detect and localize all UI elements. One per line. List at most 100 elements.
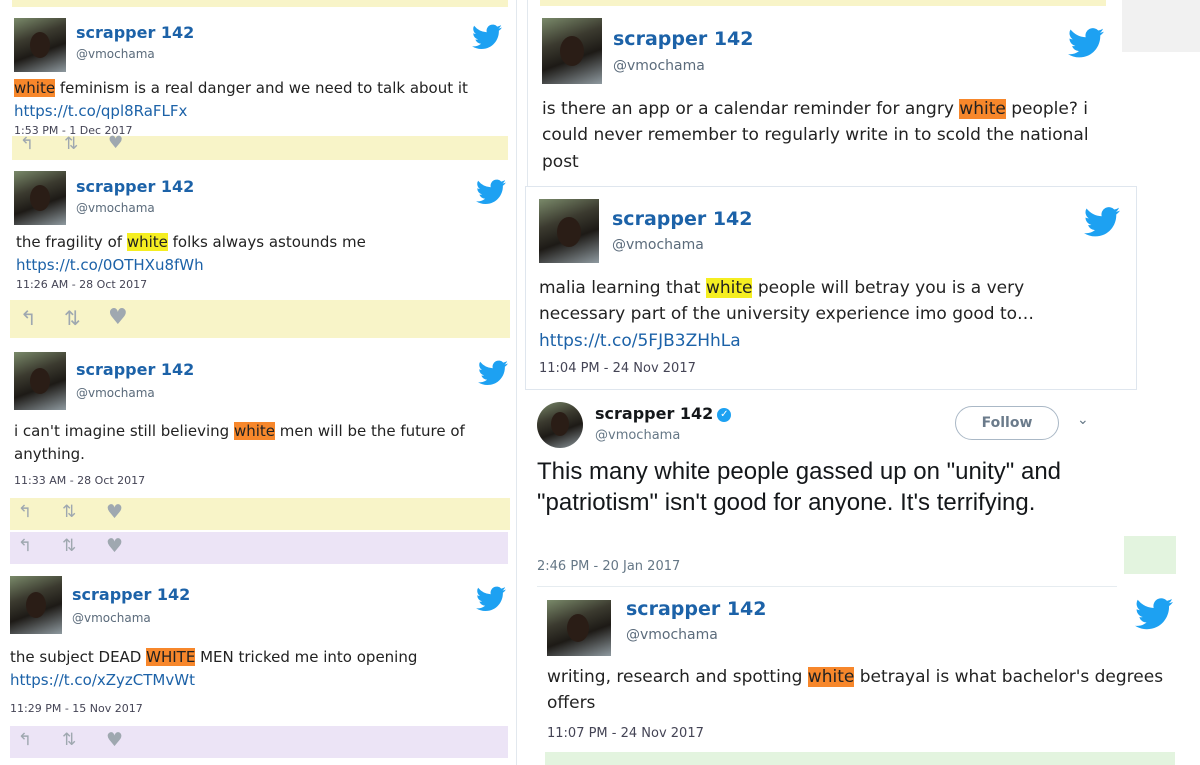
action-bar [545,752,1175,765]
avatar-face [551,412,569,436]
avatar-face [30,185,50,211]
avatar[interactable] [537,402,583,448]
tweet-card-3: scrapper 142 @vmochama i can't imagine s… [0,344,512,530]
tweet-text-start: the fragility of [16,233,127,251]
twitter-bird-icon[interactable] [1084,207,1120,237]
tweet-text-start: i can't imagine still believing [14,422,234,440]
avatar-face [30,368,50,394]
avatar[interactable] [542,18,602,84]
tweet-link[interactable]: https://t.co/qpl8RaFLFx [14,102,187,120]
lavender-actions: ↰ ⇅ ♥ [10,532,508,564]
tweet-text-rest: feminism is a real danger and we need to… [55,79,468,97]
twitter-bird-icon[interactable] [476,179,506,205]
display-name[interactable]: scrapper 142 [612,208,753,230]
avatar[interactable] [10,576,62,634]
user-handle[interactable]: @vmochama [613,58,705,74]
twitter-bird-icon[interactable] [1068,28,1104,58]
timestamp[interactable]: 11:29 PM - 15 Nov 2017 [10,702,143,715]
twitter-bird-icon[interactable] [478,360,508,386]
tweet-card-8: scrapper 142 @vmochama writing, research… [533,594,1200,765]
avatar[interactable] [14,352,66,410]
retweet-icon[interactable]: ⇅ [64,134,78,154]
display-name[interactable]: scrapper 142 [613,28,754,50]
action-bar: ↰ ⇅ ♥ [10,300,510,338]
reply-icon[interactable]: ↰ [20,134,34,154]
user-handle[interactable]: @vmochama [626,627,718,643]
like-icon[interactable]: ♥ [106,535,123,557]
user-handle[interactable]: @vmochama [76,201,155,215]
timestamp[interactable]: 11:04 PM - 24 Nov 2017 [539,361,696,376]
user-handle[interactable]: @vmochama [76,386,155,400]
tweet-card-2: scrapper 142 @vmochama the fragility of … [0,163,512,341]
retweet-icon[interactable]: ⇅ [62,536,76,556]
grey-edge [1122,0,1200,52]
tweet-text-start: malia learning that [539,278,706,298]
tweet-link[interactable]: https://t.co/5FJB3ZHhLa [539,331,741,351]
tweet-text: This many white people gassed up on "uni… [537,458,1062,517]
reply-icon[interactable]: ↰ [18,502,32,522]
follow-button[interactable]: Follow [955,406,1059,440]
keyword-highlight: WHITE [146,648,196,666]
tweet-text: malia learning that white people will be… [539,275,1079,354]
display-name[interactable]: scrapper 142 [76,360,194,379]
retweet-icon[interactable]: ⇅ [64,306,81,330]
timestamp[interactable]: 11:33 AM - 28 Oct 2017 [14,474,145,487]
reply-icon[interactable]: ↰ [20,306,37,330]
like-icon[interactable]: ♥ [106,729,123,751]
avatar[interactable] [14,18,66,72]
tweet-link[interactable]: https://t.co/0OTHXu8fWh [16,256,204,274]
user-handle[interactable]: @vmochama [76,47,155,61]
like-icon[interactable]: ♥ [108,305,128,330]
twitter-bird-icon[interactable] [472,24,502,50]
divider-line [537,586,1117,587]
like-icon[interactable]: ♥ [108,133,123,153]
tweet-text: is there an app or a calendar reminder f… [542,96,1112,175]
reply-icon[interactable]: ↰ [18,730,32,750]
keyword-highlight: white [705,278,753,298]
action-bar: ↰ ⇅ ♥ [10,498,510,530]
chevron-down-icon[interactable]: ⌄ [1077,412,1089,428]
action-bar: ↰ ⇅ ♥ [10,726,508,758]
avatar[interactable] [539,199,599,263]
tweet-text: writing, research and spotting white bet… [547,664,1187,717]
reply-icon[interactable]: ↰ [18,536,32,556]
keyword-highlight: white [233,422,276,440]
tweet-text: white feminism is a real danger and we n… [14,77,494,122]
keyword-highlight: white [14,79,56,97]
tweet-text-start: writing, research and spotting [547,667,808,687]
display-name[interactable]: scrapper 142 [626,598,767,620]
top-yellow-strip-left [12,0,508,7]
avatar[interactable] [547,600,611,656]
display-name[interactable]: scrapper 142 [76,23,194,42]
retweet-icon[interactable]: ⇅ [62,502,76,522]
avatar-face [30,32,50,58]
user-handle[interactable]: @vmochama [595,428,680,443]
tweet-card-5: scrapper 142 @vmochama is there an app o… [528,6,1122,188]
tweet-text-start: is there an app or a calendar reminder f… [542,99,960,119]
avatar-face [26,592,46,618]
display-name[interactable]: scrapper 142 [76,177,194,196]
tweet-card-4: scrapper 142 @vmochama the subject DEAD … [0,568,512,765]
twitter-bird-icon[interactable] [476,586,506,612]
avatar[interactable] [14,171,66,225]
timestamp[interactable]: 2:46 PM - 20 Jan 2017 [537,559,680,574]
twitter-bird-icon[interactable] [1135,598,1173,630]
avatar-face [557,217,581,247]
retweet-icon[interactable]: ⇅ [62,730,76,750]
green-strip-right [1124,536,1176,574]
tweet-card-1: scrapper 142 @vmochama white feminism is… [0,8,512,160]
timestamp[interactable]: 11:26 AM - 28 Oct 2017 [16,278,147,291]
avatar-face [560,36,584,66]
timestamp[interactable]: 11:07 PM - 24 Nov 2017 [547,726,704,741]
like-icon[interactable]: ♥ [106,501,123,523]
user-handle[interactable]: @vmochama [72,611,151,625]
keyword-highlight: white [807,667,855,687]
display-name[interactable]: scrapper 142 ✓ [595,404,732,423]
tweet-text-start: the subject DEAD [10,648,147,666]
user-handle[interactable]: @vmochama [612,237,704,253]
tweet-text: i can't imagine still believing white me… [14,420,494,465]
display-name-text: scrapper 142 [595,404,714,423]
display-name[interactable]: scrapper 142 [72,585,190,604]
tweet-text: the subject DEAD WHITE MEN tricked me in… [10,646,490,691]
tweet-link[interactable]: https://t.co/xZyzCTMvWt [10,671,195,689]
